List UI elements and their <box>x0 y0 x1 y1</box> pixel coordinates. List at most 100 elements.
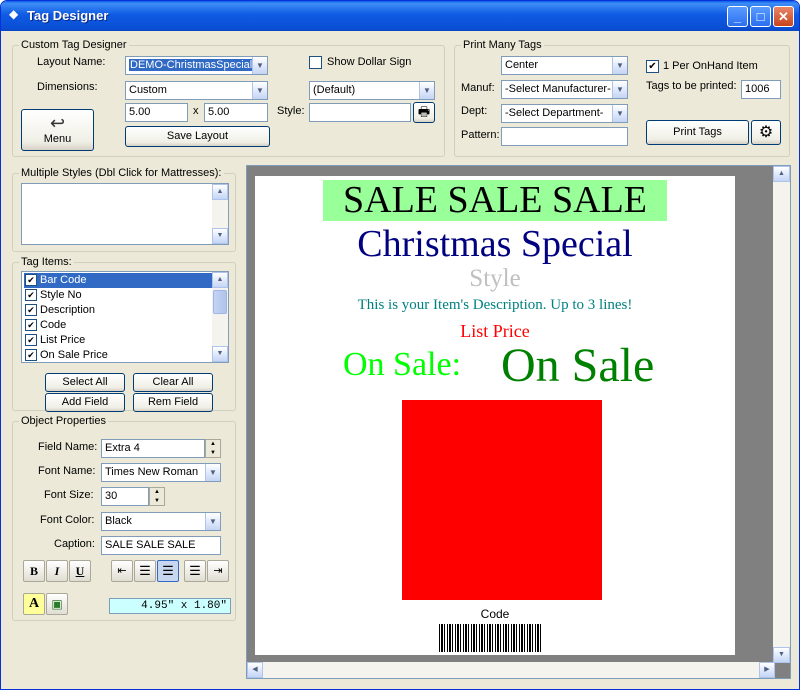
checkbox[interactable]: ✔ <box>25 289 37 301</box>
dimensions-label: Dimensions: <box>37 81 98 93</box>
manufacturer-combo[interactable]: -Select Manufacturer- ▼ <box>501 80 628 99</box>
checkbox[interactable]: ✔ <box>25 304 37 316</box>
chevron-down-icon[interactable]: ▼ <box>252 82 267 99</box>
font-color-combo[interactable]: Black ▼ <box>101 512 221 531</box>
maximize-button[interactable]: □ <box>750 6 771 27</box>
gear-icon[interactable]: ⚙ <box>751 120 781 145</box>
tag-items-list[interactable]: ✔ Bar Code ✔ Style No ✔ Description ✔ Code ✔… <box>21 271 229 363</box>
list-item[interactable]: ✔ Bar Code <box>24 273 212 288</box>
chevron-down-icon[interactable]: ▼ <box>612 57 627 74</box>
tag-designer-window: ◆ Tag Designer _ □ ✕ Custom Tag Designer… <box>0 0 800 690</box>
chevron-down-icon[interactable]: ▼ <box>205 513 220 530</box>
close-button[interactable]: ✕ <box>773 6 794 27</box>
vertical-scrollbar[interactable]: ▲ ▼ <box>773 166 790 663</box>
list-item[interactable]: ✔ On Sale Price <box>24 348 108 363</box>
align-center-icon[interactable]: ☰ <box>157 560 179 582</box>
clear-all-button[interactable]: Clear All <box>133 373 213 392</box>
tag-list-price[interactable]: List Price <box>255 320 735 342</box>
chevron-down-icon[interactable]: ▼ <box>252 57 267 74</box>
list-item-label: Description <box>40 304 96 316</box>
height-input[interactable]: 5.00 <box>204 103 268 122</box>
font-size-input[interactable]: 30 <box>101 487 149 506</box>
caption-input[interactable]: SALE SALE SALE <box>101 536 221 555</box>
one-per-onhand-checkbox[interactable]: ✔ <box>646 60 659 73</box>
italic-button[interactable]: I <box>46 560 68 582</box>
list-item[interactable]: ✔ Code <box>24 318 66 333</box>
tag-description[interactable]: This is your Item's Description. Up to 3… <box>255 296 735 314</box>
checkbox[interactable]: ✔ <box>25 349 37 361</box>
horizontal-scrollbar[interactable]: ◀ ▶ <box>247 662 775 678</box>
scroll-down-icon[interactable]: ▼ <box>212 228 228 244</box>
layout-name-value: DEMO-ChristmasSpecial <box>129 59 254 71</box>
width-input[interactable]: 5.00 <box>125 103 188 122</box>
scroll-left-icon[interactable]: ◀ <box>247 662 263 678</box>
multiple-styles-list[interactable]: ▲ ▼ <box>21 183 229 245</box>
select-all-button[interactable]: Select All <box>45 373 125 392</box>
scroll-right-icon[interactable]: ▶ <box>759 662 775 678</box>
align-right-indent-icon[interactable]: ⇥ <box>207 560 229 582</box>
style-preset-value: (Default) <box>313 84 356 96</box>
chevron-down-icon[interactable]: ▼ <box>205 464 220 481</box>
add-field-button[interactable]: Add Field <box>45 393 125 412</box>
scroll-down-icon[interactable]: ▼ <box>212 346 228 362</box>
printer-icon[interactable]: 🖶 <box>413 102 435 123</box>
minimize-button[interactable]: _ <box>727 6 748 27</box>
chevron-down-icon[interactable]: ▼ <box>419 82 434 99</box>
list-item[interactable]: ✔ Description <box>24 303 95 318</box>
tag-image-box[interactable] <box>402 400 602 600</box>
tag-on-sale-label[interactable]: On Sale: <box>343 344 461 386</box>
style-input[interactable] <box>309 103 411 122</box>
sale-banner[interactable]: SALE SALE SALE <box>323 180 667 221</box>
font-name-combo[interactable]: Times New Roman ▼ <box>101 463 221 482</box>
app-icon: ◆ <box>9 7 19 21</box>
menu-button[interactable]: ↩ Menu <box>21 109 94 151</box>
dimensions-combo[interactable]: Custom ▼ <box>125 81 268 100</box>
checkbox[interactable]: ✔ <box>25 319 37 331</box>
scrollbar[interactable]: ▲ ▼ <box>212 184 228 244</box>
list-item[interactable]: ✔ Style No <box>24 288 82 303</box>
chevron-down-icon[interactable]: ▼ <box>612 105 627 122</box>
layout-name-combo[interactable]: DEMO-ChristmasSpecial ▼ <box>125 56 268 75</box>
tag-title[interactable]: Christmas Special <box>255 222 735 266</box>
tag-preview-canvas[interactable]: SALE SALE SALE Christmas Special Style T… <box>246 165 791 679</box>
chevron-down-icon[interactable]: ▼ <box>612 81 627 98</box>
list-item[interactable]: ✔ List Price <box>24 333 85 348</box>
tag-page: SALE SALE SALE Christmas Special Style T… <box>255 176 735 655</box>
underline-button[interactable]: U <box>69 560 91 582</box>
field-name-input[interactable]: Extra 4 <box>101 439 205 458</box>
scroll-thumb[interactable] <box>213 290 227 314</box>
align-left-indent-icon[interactable]: ⇤ <box>111 560 133 582</box>
dimensions-value: Custom <box>129 84 167 96</box>
print-tags-button[interactable]: Print Tags <box>646 120 749 145</box>
align-right-icon[interactable]: ☰ <box>184 560 206 582</box>
department-combo[interactable]: -Select Department- ▼ <box>501 104 628 123</box>
style-preset-combo[interactable]: (Default) ▼ <box>309 81 435 100</box>
align-combo[interactable]: Center ▼ <box>501 56 628 75</box>
rem-field-button[interactable]: Rem Field <box>133 393 213 412</box>
picture-icon[interactable]: ▣ <box>46 593 68 615</box>
align-left-icon[interactable]: ☰ <box>134 560 156 582</box>
text-color-icon[interactable]: A <box>23 593 45 615</box>
list-item-label: List Price <box>40 334 86 346</box>
font-size-spinner[interactable]: ▲ ▼ <box>149 487 165 506</box>
scroll-up-icon[interactable]: ▲ <box>212 184 228 200</box>
show-dollar-checkbox[interactable] <box>309 56 322 69</box>
checkbox[interactable]: ✔ <box>25 274 37 286</box>
manufacturer-value: -Select Manufacturer- <box>505 83 611 95</box>
scroll-up-icon[interactable]: ▲ <box>212 272 228 288</box>
field-name-spinner[interactable]: ▲ ▼ <box>205 439 221 458</box>
barcode[interactable] <box>439 624 542 652</box>
font-color-label: Font Color: <box>40 514 95 526</box>
pattern-input[interactable] <box>501 127 628 146</box>
tag-code[interactable]: Code <box>255 607 735 621</box>
tags-to-print-input[interactable]: 1006 <box>741 80 781 99</box>
scroll-up-icon[interactable]: ▲ <box>773 166 790 182</box>
scroll-down-icon[interactable]: ▼ <box>773 647 790 663</box>
bold-button[interactable]: B <box>23 560 45 582</box>
tag-on-sale-value[interactable]: On Sale <box>501 338 654 394</box>
scrollbar[interactable]: ▲ ▼ <box>212 272 228 362</box>
tag-style[interactable]: Style <box>255 264 735 294</box>
save-layout-button[interactable]: Save Layout <box>125 126 270 147</box>
layout-name-label: Layout Name: <box>37 56 106 68</box>
checkbox[interactable]: ✔ <box>25 334 37 346</box>
